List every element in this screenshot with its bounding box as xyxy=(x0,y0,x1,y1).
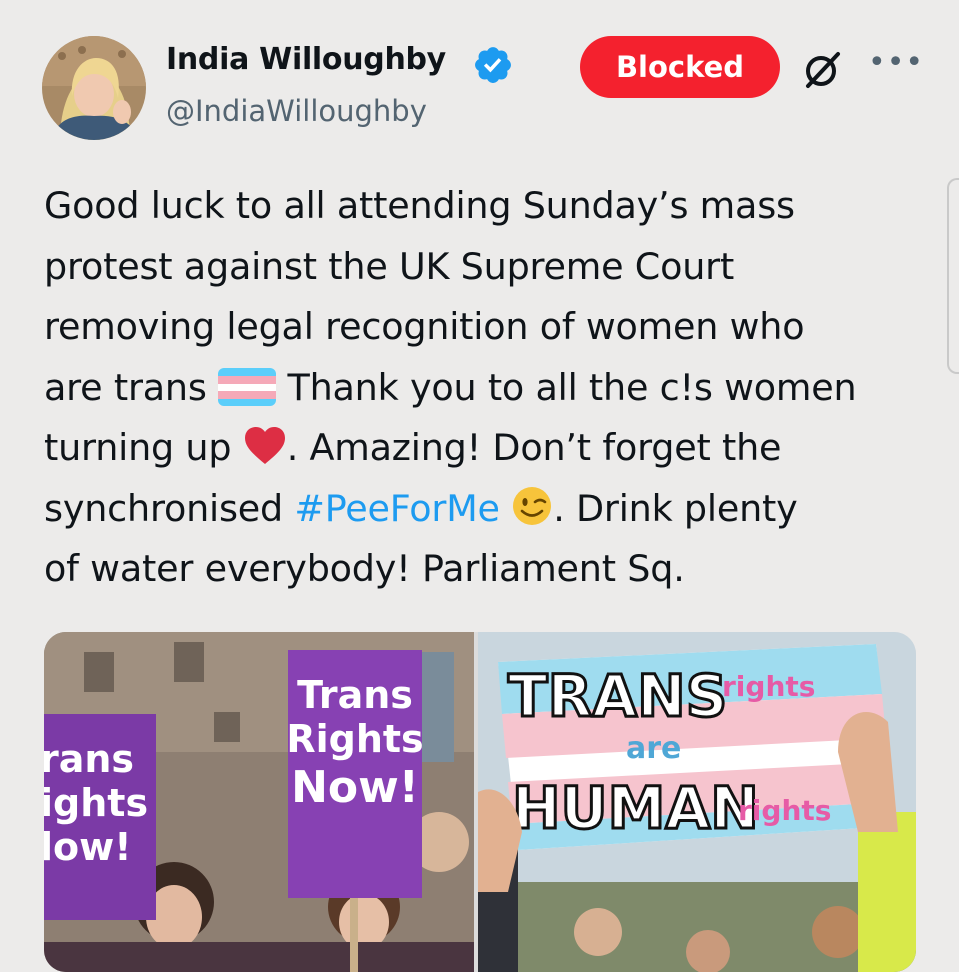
tweet-line: removing legal recognition of women who xyxy=(44,305,805,348)
tweet-line: Good luck to all attending Sunday’s mass xyxy=(44,184,795,227)
tweet-line: Thank you to all the c!s women xyxy=(276,365,857,409)
avatar[interactable] xyxy=(42,36,146,140)
red-heart-icon xyxy=(244,427,285,464)
display-name[interactable]: India Willoughby xyxy=(166,42,446,77)
handle[interactable]: @IndiaWilloughby xyxy=(166,94,427,128)
transgender-flag-icon xyxy=(218,367,277,406)
tweet-line: protest against the UK Supreme Court xyxy=(44,244,735,288)
scrollbar[interactable] xyxy=(947,178,959,374)
sign-front-line: Now! xyxy=(291,762,419,813)
sign-back-line: low! xyxy=(44,825,132,869)
banner-text-are: are xyxy=(626,731,681,766)
tweet-line: of water everybody! Parliament Sq. xyxy=(44,547,685,590)
tweet: India Willoughby @IndiaWilloughby Blocke… xyxy=(0,0,959,972)
banner-text-rights: rights xyxy=(738,794,831,827)
tweet-line: synchronised xyxy=(44,486,295,530)
tweet-line: . Amazing! Don’t forget the xyxy=(286,426,782,469)
blocked-button[interactable]: Blocked xyxy=(580,36,780,98)
more-icon[interactable]: ••• xyxy=(868,48,923,88)
sign-front-line: Rights xyxy=(286,717,423,761)
banner-text-trans: TRANS xyxy=(508,662,727,730)
grok-icon[interactable] xyxy=(800,48,844,92)
media-grid: rans ights low! Trans Rights Now! TRANS … xyxy=(44,632,916,972)
hashtag-link[interactable]: #PeeForMe xyxy=(294,487,500,530)
banner-text-rights: rights xyxy=(722,670,815,703)
photo-protest-signs[interactable]: rans ights low! Trans Rights Now! xyxy=(44,632,474,972)
sign-back-line: ights xyxy=(44,781,148,825)
tweet-line: turning up xyxy=(44,426,243,469)
verified-badge-icon xyxy=(475,47,511,83)
tweet-text: Good luck to all attending Sunday’s mass… xyxy=(44,176,924,600)
sign-back-line: rans xyxy=(44,737,134,781)
banner-text-human: HUMAN xyxy=(512,774,759,842)
sign-front-line: Trans xyxy=(297,673,413,717)
winking-face-icon xyxy=(513,486,552,525)
tweet-line: . Drink plenty xyxy=(553,486,798,530)
photo-trans-rights-banner[interactable]: TRANS rights are HUMAN rights xyxy=(478,632,916,972)
tweet-line: are trans xyxy=(44,365,219,409)
